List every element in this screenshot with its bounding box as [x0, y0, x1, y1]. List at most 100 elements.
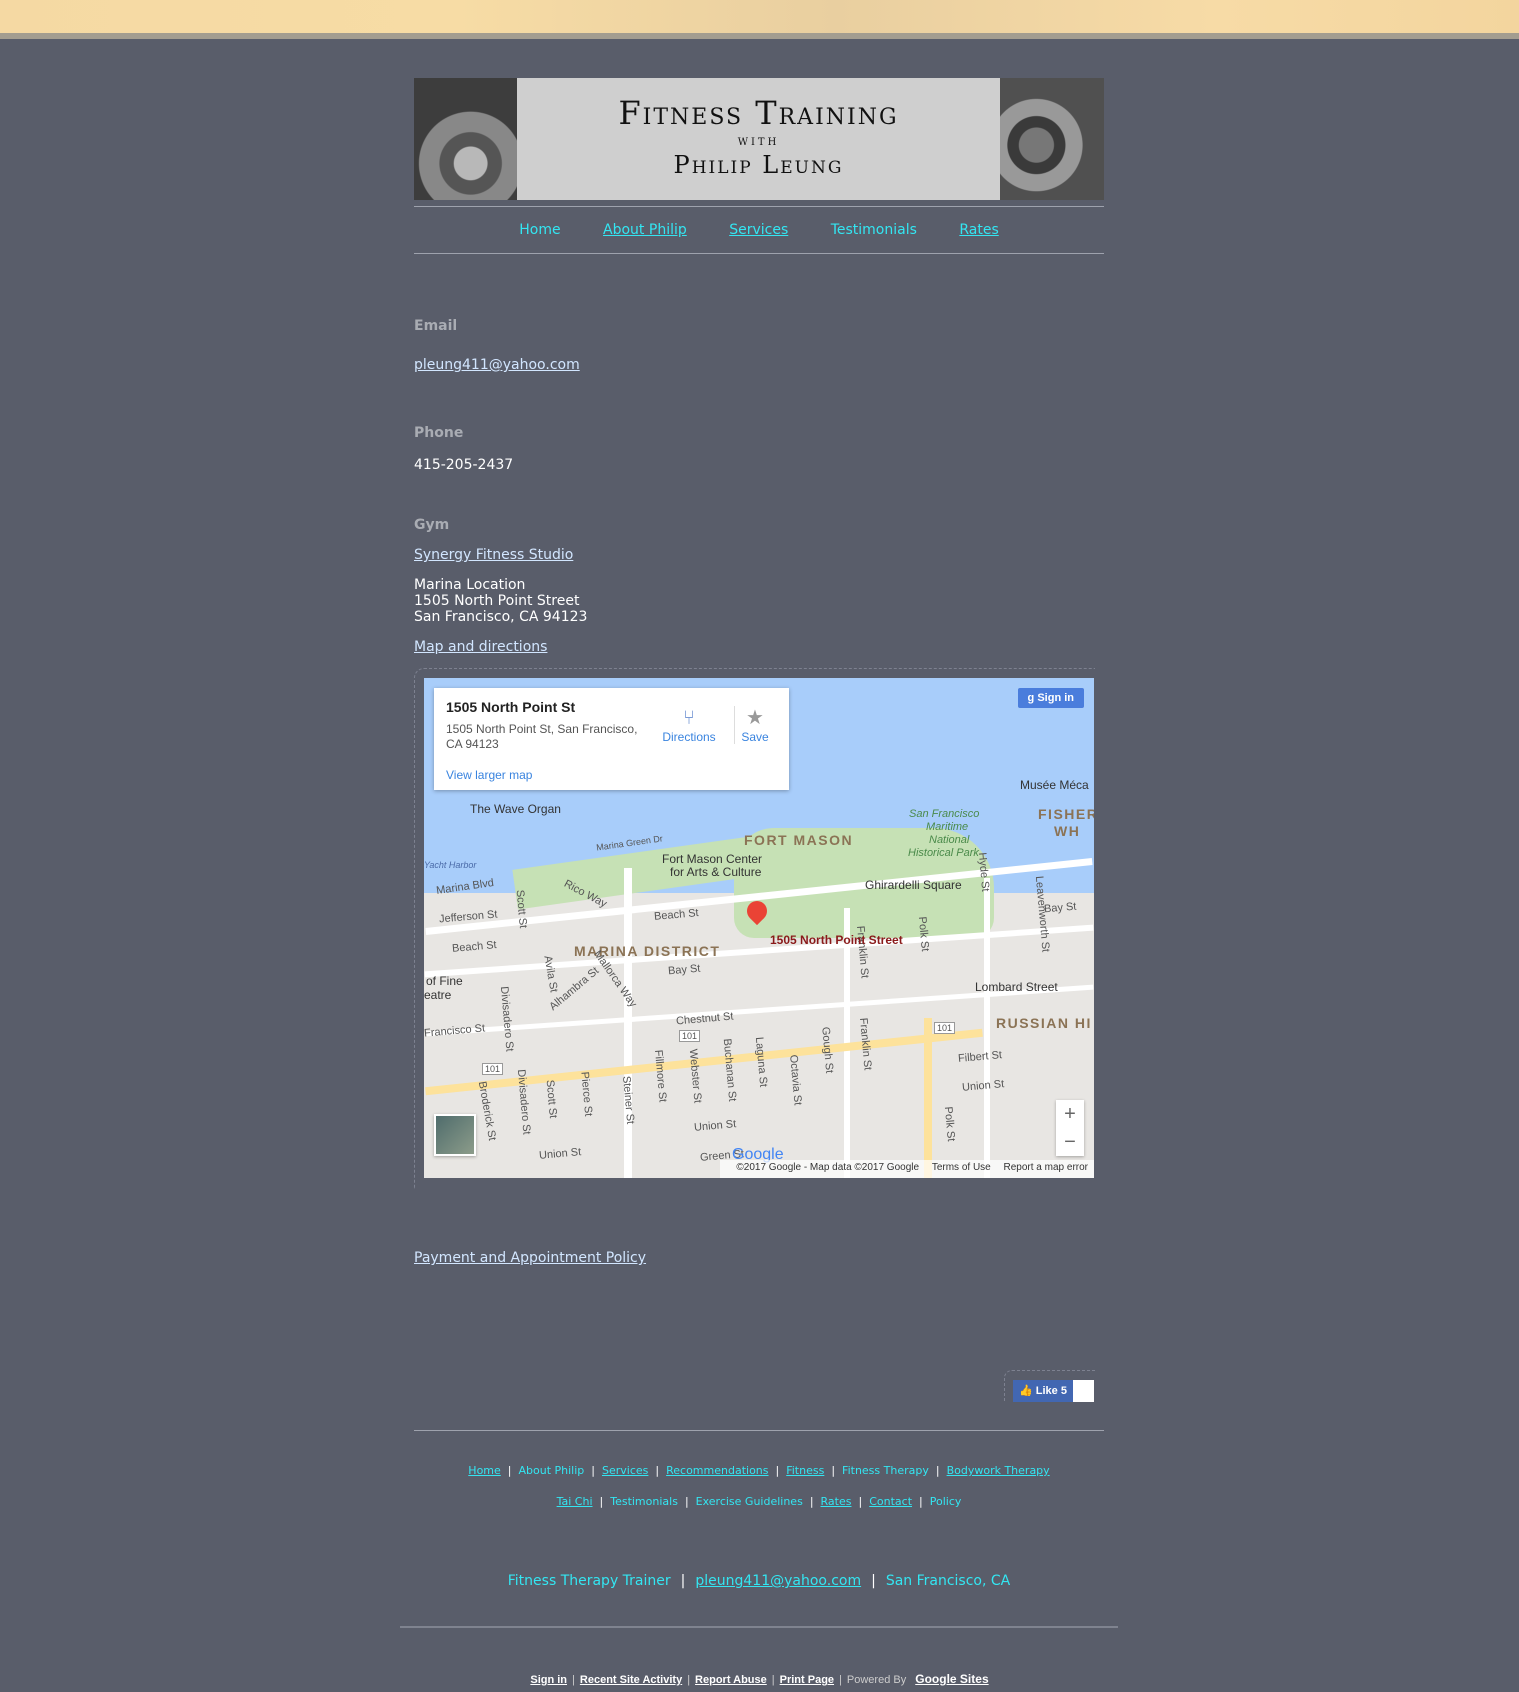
payment-policy-link[interactable]: Payment and Appointment Policy	[414, 1250, 646, 1266]
gym-street: 1505 North Point Street	[414, 593, 580, 609]
map-label: Bay St	[1043, 900, 1077, 916]
pin-label: 1505 North Point Street	[770, 933, 903, 947]
map-label: Pierce St	[578, 1071, 595, 1117]
footer-link-contact[interactable]: Contact	[869, 1495, 912, 1508]
save-button[interactable]: ★ Save	[734, 706, 775, 744]
report-map-error-link[interactable]: Report a map error	[1004, 1162, 1088, 1173]
map-street	[984, 878, 990, 1178]
terms-of-use-link[interactable]: Terms of Use	[932, 1162, 991, 1173]
map-label: FORT MASON	[744, 832, 854, 848]
nav-home[interactable]: Home	[519, 222, 560, 238]
map-label: San Francisco	[909, 808, 980, 820]
footer-link-exercise-guidelines[interactable]: Exercise Guidelines	[696, 1495, 803, 1508]
nav-testimonials[interactable]: Testimonials	[831, 222, 917, 238]
like-count-label: Like 5	[1035, 1385, 1067, 1397]
map-label: Polk St	[941, 1106, 957, 1142]
directions-icon: ⑂	[683, 707, 695, 729]
phone-number: 415-205-2437	[414, 457, 514, 473]
footer-divider	[414, 1430, 1104, 1431]
separator: |	[684, 1495, 689, 1508]
zoom-out-button[interactable]: −	[1056, 1128, 1084, 1156]
footer-link-policy[interactable]: Policy	[930, 1495, 962, 1508]
google-g-icon: g	[1027, 692, 1035, 704]
separator: |	[919, 1495, 923, 1508]
separator: |	[831, 1464, 836, 1477]
footer-link-services[interactable]: Services	[602, 1464, 648, 1477]
footer-link-home[interactable]: Home	[468, 1464, 500, 1477]
map-label: Laguna St	[752, 1036, 770, 1088]
map-label: Octavia St	[787, 1054, 804, 1106]
zoom-in-button[interactable]: +	[1056, 1100, 1084, 1128]
footer-link-about-philip[interactable]: About Philip	[519, 1464, 585, 1477]
footer-link-bodywork-therapy[interactable]: Bodywork Therapy	[947, 1464, 1050, 1477]
gym-link[interactable]: Synergy Fitness Studio	[414, 547, 573, 563]
footer-link-recommendations[interactable]: Recommendations	[666, 1464, 768, 1477]
nav-services[interactable]: Services	[729, 222, 788, 238]
footer-link-testimonials[interactable]: Testimonials	[610, 1495, 678, 1508]
map-label: Yacht Harbor	[424, 860, 477, 870]
report-abuse-link[interactable]: Report Abuse	[695, 1674, 767, 1686]
zoom-controls: + −	[1056, 1100, 1084, 1156]
tagline-email-link[interactable]: pleung411@yahoo.com	[695, 1573, 861, 1589]
embedded-google-map[interactable]: FORT MASON MARINA DISTRICT RUSSIAN HI FI…	[424, 678, 1094, 1178]
map-label: Lombard Street	[975, 980, 1058, 994]
map-label: The Wave Organ	[470, 802, 561, 816]
map-label: FISHER	[1038, 806, 1094, 822]
map-label: Gough St	[819, 1026, 836, 1074]
footer-nav-row-1: Home | About Philip | Services | Recommendatio…	[414, 1464, 1104, 1477]
separator: |	[507, 1464, 512, 1477]
separator: |	[839, 1674, 842, 1686]
facebook-like-button[interactable]: 👍 Like 5	[1013, 1380, 1073, 1402]
separator: |	[771, 1674, 775, 1686]
sign-in-link[interactable]: Sign in	[530, 1674, 567, 1686]
nav-about-philip[interactable]: About Philip	[603, 222, 687, 238]
map-label: Franklin St	[857, 1017, 874, 1071]
map-label: Union St	[538, 1146, 582, 1162]
tagline-role: Fitness Therapy Trainer	[507, 1573, 671, 1589]
footer-link-tai-chi[interactable]: Tai Chi	[557, 1495, 593, 1508]
separator: |	[591, 1464, 595, 1477]
footer-nav-row-2: Tai Chi | Testimonials | Exercise Guidelines…	[414, 1495, 1104, 1508]
footer-link-fitness-therapy[interactable]: Fitness Therapy	[842, 1464, 929, 1477]
place-address: 1505 North Point St, San Francisco, CA 9…	[446, 722, 638, 751]
directions-button[interactable]: ⑂ Directions	[659, 706, 719, 744]
nav-bottom-divider	[414, 253, 1104, 254]
gym-location: Marina Location	[414, 577, 526, 593]
print-page-link[interactable]: Print Page	[780, 1674, 834, 1686]
footer-link-rates[interactable]: Rates	[821, 1495, 852, 1508]
separator: |	[935, 1464, 940, 1477]
map-directions-link[interactable]: Map and directions	[414, 639, 547, 655]
map-info-card: 1505 North Point St 1505 North Point St,…	[434, 688, 789, 790]
map-label: Historical Park	[908, 847, 979, 859]
satellite-toggle[interactable]	[434, 1114, 476, 1156]
view-larger-map-link[interactable]: View larger map	[446, 768, 532, 782]
map-sign-in-button[interactable]: g Sign in	[1017, 688, 1084, 708]
map-label: Fillmore St	[652, 1049, 669, 1103]
weightlifter-photo	[1000, 78, 1104, 200]
nav-rates[interactable]: Rates	[959, 222, 998, 238]
separator: |	[809, 1495, 814, 1508]
footer-tagline: Fitness Therapy Trainer | pleung411@yahoo.…	[414, 1573, 1104, 1589]
map-label: Scott St	[543, 1079, 559, 1119]
recent-activity-link[interactable]: Recent Site Activity	[580, 1674, 682, 1686]
map-label: Divisadero St	[497, 985, 516, 1053]
map-label: for Arts & Culture	[670, 865, 762, 879]
separator: |	[775, 1464, 780, 1477]
site-title: Fitness Training with Philip Leung	[517, 94, 1000, 180]
map-label: Union St	[693, 1118, 737, 1134]
gym-city: San Francisco, CA 94123	[414, 609, 588, 625]
directions-label: Directions	[662, 730, 716, 744]
map-label: Bay St	[667, 962, 701, 978]
email-link[interactable]: pleung411@yahoo.com	[414, 357, 580, 373]
google-sites-link[interactable]: Google Sites	[915, 1672, 988, 1686]
nav-top-divider	[414, 206, 1104, 207]
map-highway	[924, 1018, 932, 1178]
highway-shield: 101	[482, 1063, 504, 1075]
footer-link-fitness[interactable]: Fitness	[786, 1464, 824, 1477]
phone-heading: Phone	[414, 425, 464, 441]
map-label: Filbert St	[957, 1049, 1003, 1065]
title-line-2: with	[737, 133, 780, 149]
map-label: Buchanan St	[720, 1038, 739, 1102]
highway-shield: 101	[679, 1030, 701, 1042]
tagline-city: San Francisco, CA	[885, 1573, 1011, 1589]
